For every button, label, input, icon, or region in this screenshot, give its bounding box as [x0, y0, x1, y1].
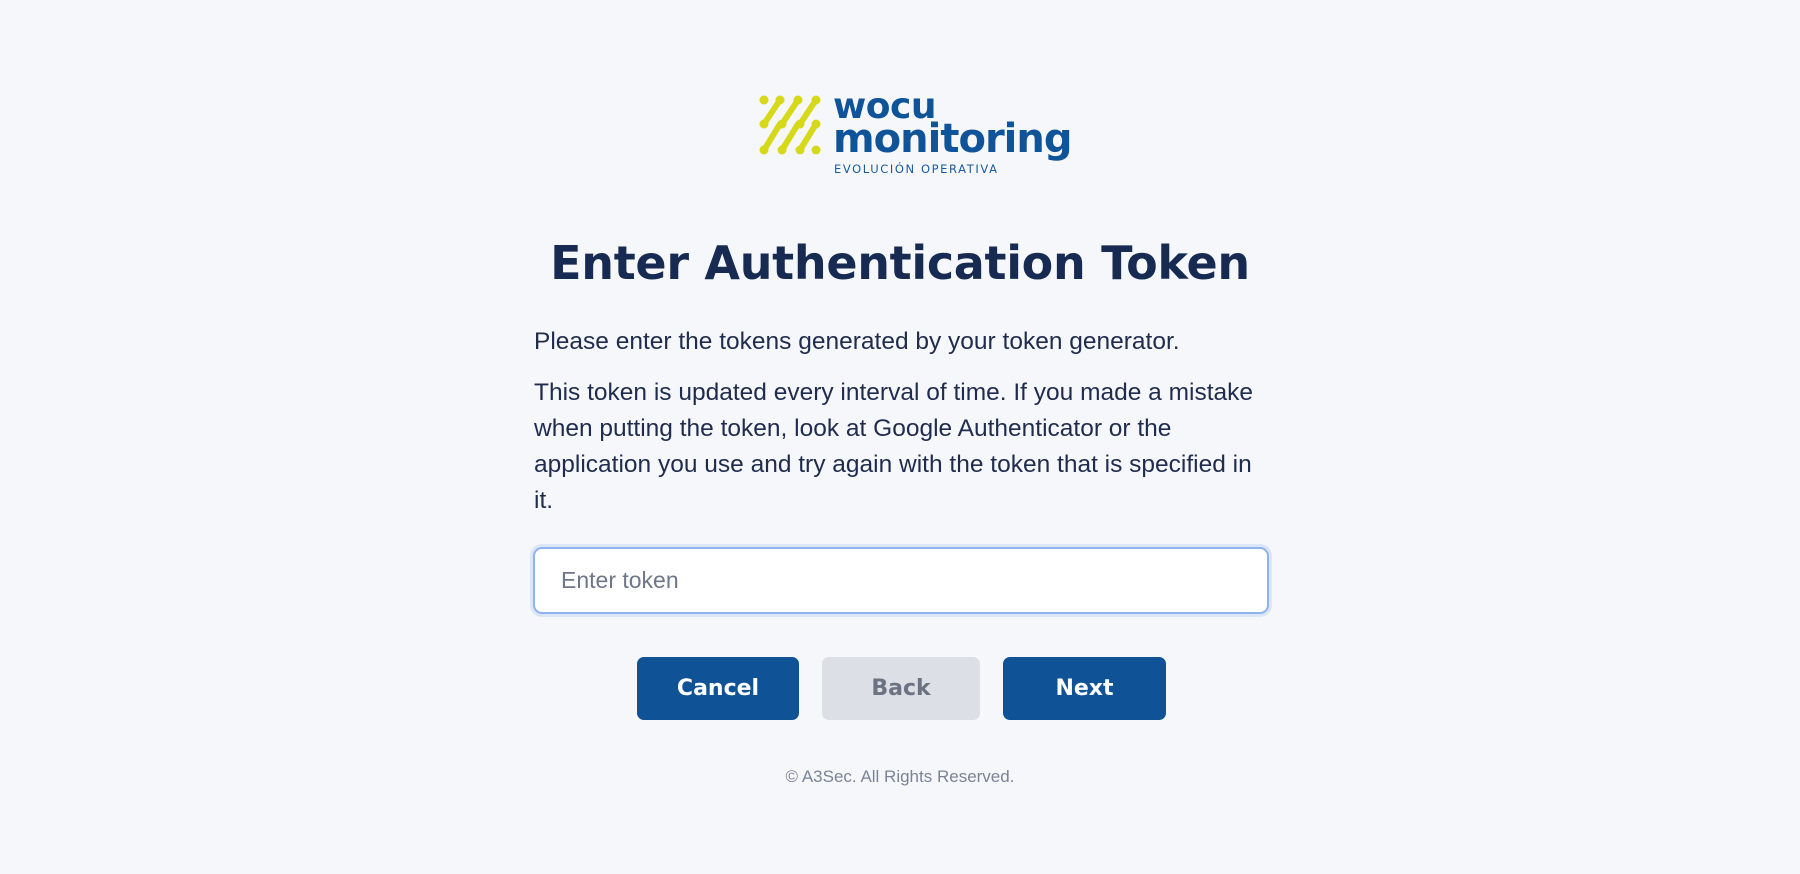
- cancel-button[interactable]: Cancel: [637, 657, 799, 720]
- next-button[interactable]: Next: [1003, 657, 1166, 720]
- back-button[interactable]: Back: [822, 657, 980, 720]
- brand-logo: wocu monitoring EVOLUCIÓN OPERATIVA: [758, 86, 1072, 182]
- page-title: Enter Authentication Token: [550, 236, 1250, 290]
- token-input[interactable]: [533, 547, 1269, 614]
- logo-wordmark-bottom: monitoring: [833, 116, 1072, 162]
- logo-tagline: EVOLUCIÓN OPERATIVA: [834, 162, 999, 176]
- network-nodes-icon: [759, 95, 821, 155]
- copyright-footer: © A3Sec. All Rights Reserved.: [785, 767, 1015, 786]
- instructions-text: This token is updated every interval of …: [534, 379, 1254, 514]
- intro-text: Please enter the tokens generated by you…: [534, 328, 1180, 355]
